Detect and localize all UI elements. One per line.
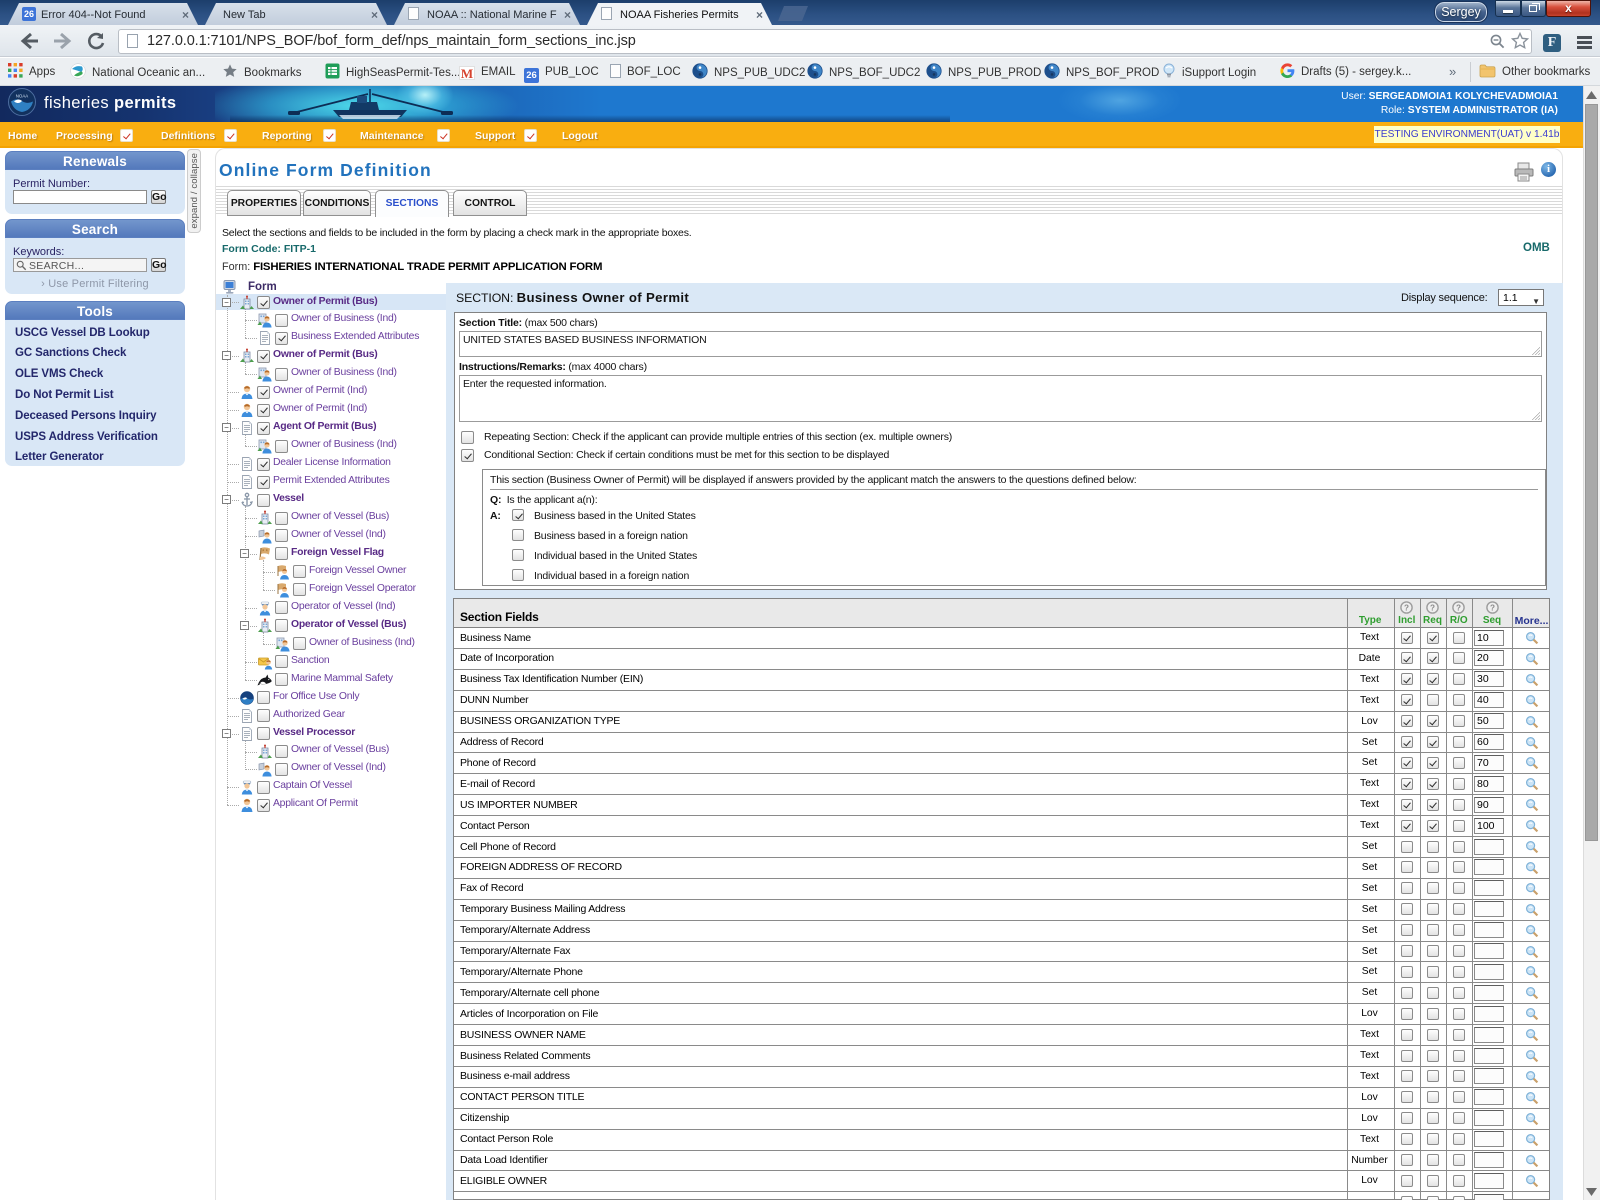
svg-text:NOAA: NOAA	[16, 94, 29, 99]
svg-text:?: ?	[1430, 603, 1435, 612]
svg-text:?: ?	[1456, 603, 1461, 612]
svg-text:?: ?	[1404, 603, 1409, 612]
svg-text:?: ?	[1489, 603, 1494, 612]
